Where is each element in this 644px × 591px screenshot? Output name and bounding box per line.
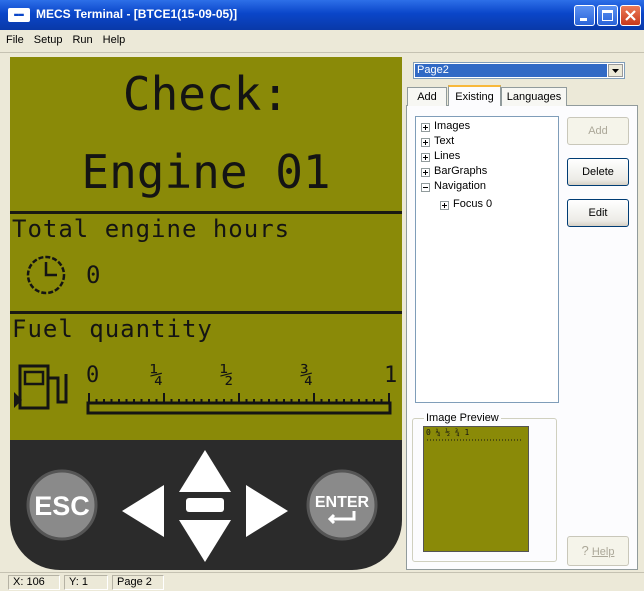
tab-languages[interactable]: Languages [501,87,567,106]
lcd-section-fuel-label: Fuel quantity [12,315,213,343]
arrow-right-icon [246,485,288,537]
arrow-left-button[interactable] [118,483,168,539]
tab-existing[interactable]: Existing [448,85,501,106]
menu-setup[interactable]: Setup [28,30,67,46]
arrow-up-button[interactable] [177,448,233,494]
preview-scale-text: 0 ¼ ½ ¾ 1 [426,428,470,437]
tree-item-text[interactable]: Text [421,135,454,147]
lcd-section-hours-label: Total engine hours [12,215,291,243]
engine-hours-value: 0 [86,261,101,289]
expand-plus-icon[interactable] [421,168,430,177]
tab-add[interactable]: Add [407,87,447,106]
tree-item-label: Text [434,135,455,147]
keypad: ESC ENTER [10,440,402,570]
fuel-scale-label: ½ [220,363,234,388]
clock-icon [26,255,66,295]
tree-item-lines[interactable]: Lines [421,150,460,162]
close-button[interactable] [620,5,641,26]
minimize-icon [580,18,587,21]
lcd-divider [10,211,402,214]
esc-label: ESC [34,491,90,521]
tree-item-label: Images [434,120,471,132]
tree-item-focus[interactable]: Focus 0 [440,198,492,210]
esc-button[interactable]: ESC [24,467,100,543]
menu-bar: File Setup Run Help [0,30,644,53]
arrow-up-icon [179,450,231,492]
app-logo-icon: ▬▬ [8,8,30,22]
lcd-display[interactable]: Check: Engine 01 Total engine hours 0 Fu… [10,57,402,440]
maximize-button[interactable] [597,5,618,26]
expand-plus-icon[interactable] [440,201,449,210]
expand-plus-icon[interactable] [421,123,430,132]
page-dropdown-value: Page2 [415,64,607,77]
expand-plus-icon[interactable] [421,138,430,147]
edit-button[interactable]: Edit [567,199,629,227]
enter-label: ENTER [315,494,370,511]
fuel-gauge-bar [86,393,392,415]
lcd-divider [10,311,402,314]
window-title: MECS Terminal - [BTCE1(15-09-05)] [36,7,238,21]
fuel-scale-label: ¼ [150,363,164,388]
title-bar: ▬▬ MECS Terminal - [BTCE1(15-09-05)] [0,0,644,30]
add-button[interactable]: Add [567,117,629,145]
tree-item-images[interactable]: Images [421,120,470,132]
help-label: Help [591,546,615,558]
status-y: Y: 1 [64,575,108,590]
arrow-down-icon [179,520,231,562]
element-tree[interactable]: Images Text Lines BarGraphs Navigation F… [415,116,559,403]
status-page: Page 2 [112,575,164,590]
enter-button[interactable]: ENTER [304,467,380,543]
preview-gauge [427,439,523,441]
image-preview-label: Image Preview [424,412,501,424]
status-x: X: 106 [8,575,60,590]
tree-item-label: BarGraphs [434,165,488,177]
expand-plus-icon[interactable] [421,153,430,162]
help-button[interactable]: ? Help [567,536,629,566]
lcd-heading: Check: [122,67,290,121]
fuel-scale-label: 1 [384,363,398,388]
arrow-down-button[interactable] [177,518,233,564]
status-bar: X: 106 Y: 1 Page 2 [0,572,644,591]
maximize-icon [602,10,613,21]
close-icon [625,10,636,21]
tree-item-label: Navigation [434,180,486,192]
menu-run[interactable]: Run [66,30,96,46]
collapse-minus-icon[interactable] [421,183,430,192]
page-dropdown[interactable]: Page2 [413,62,625,79]
center-button[interactable] [186,498,224,514]
fuel-scale-label: ¾ [300,363,314,388]
tree-item-navigation[interactable]: Navigation [421,180,486,192]
tree-item-label: Lines [434,150,461,162]
fuel-scale-label: 0 [86,363,100,388]
delete-button[interactable]: Delete [567,158,629,186]
tree-item-label: Focus 0 [453,198,493,210]
lcd-subheading: Engine 01 [81,145,331,199]
help-icon: ? [581,543,589,558]
minimize-button[interactable] [574,5,595,26]
fuel-pump-icon [14,364,68,410]
arrow-left-icon [122,485,164,537]
tree-item-bargraphs[interactable]: BarGraphs [421,165,487,177]
menu-help[interactable]: Help [97,30,130,46]
arrow-right-button[interactable] [242,483,292,539]
chevron-down-icon[interactable] [608,64,623,77]
image-preview: 0 ¼ ½ ¾ 1 [423,426,529,552]
menu-file[interactable]: File [0,30,28,46]
